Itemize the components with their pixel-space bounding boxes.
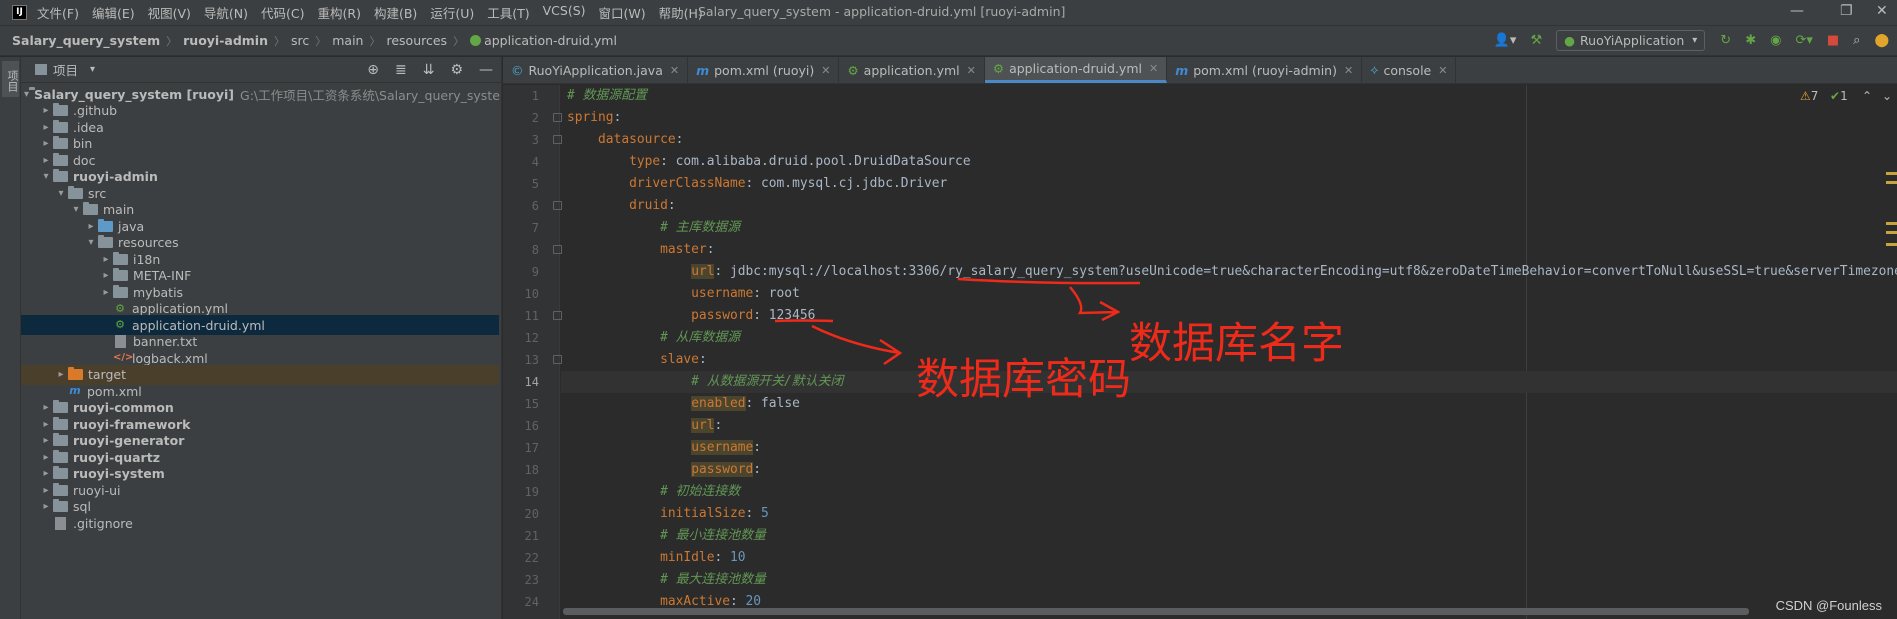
db-password-underline bbox=[774, 319, 834, 323]
db-password-annotation: 数据库密码 bbox=[916, 355, 1131, 405]
db-name-annotation: 数据库名字 bbox=[1129, 319, 1344, 369]
annotation-strokes bbox=[774, 277, 1141, 366]
db-name-underline bbox=[957, 277, 1141, 285]
db-password-arrow bbox=[811, 324, 903, 366]
watermark: CSDN @Founless bbox=[1775, 598, 1882, 613]
db-name-arrow bbox=[1069, 286, 1121, 322]
